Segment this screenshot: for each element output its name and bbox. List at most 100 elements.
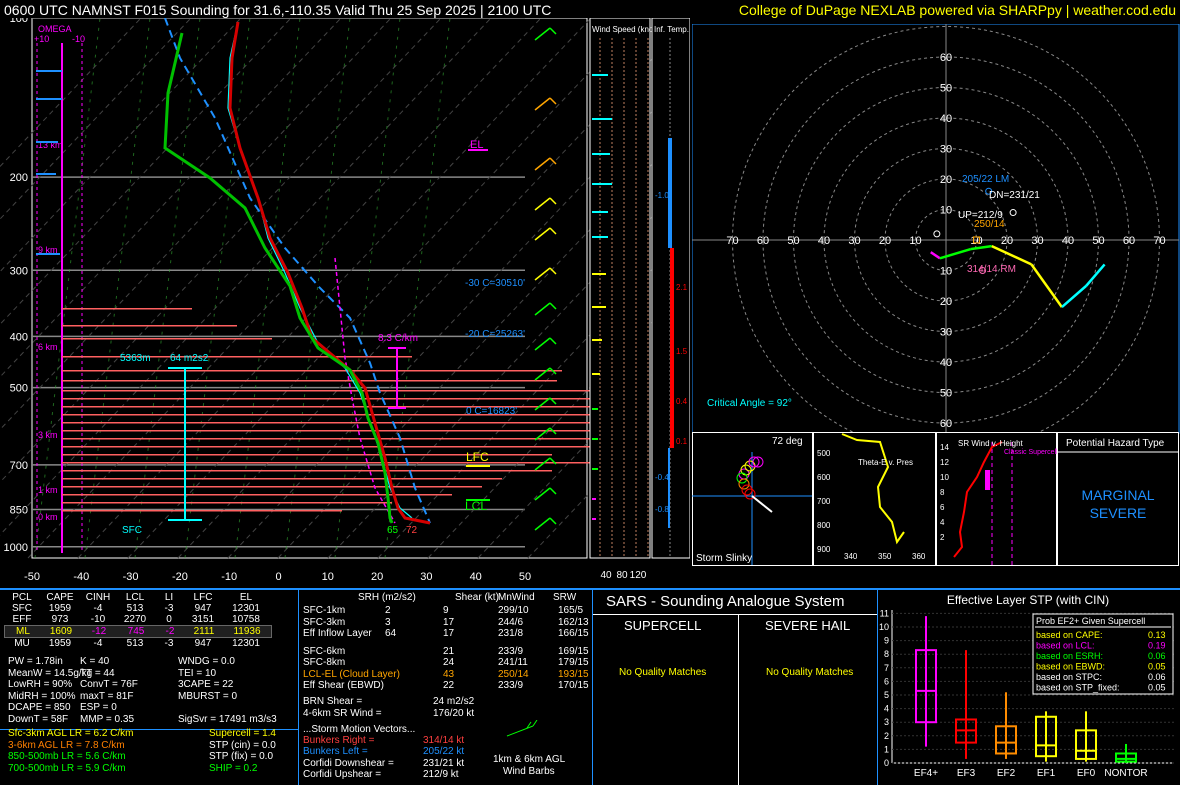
kinematic-header: SRH (m2/s2) (358, 592, 416, 603)
pressure-tick-label: 850 (10, 504, 28, 516)
sars-hail-match: No Quality Matches (766, 667, 854, 678)
kinematic-cell: 21 (443, 645, 455, 657)
parcel-row: ML 1609 -12 745 -2 2111 11936 (4, 625, 272, 638)
hodo-tick: 40 (940, 113, 952, 125)
parcel-cell: -3 (164, 603, 174, 614)
parcel-cell: 12301 (232, 603, 260, 614)
kinematic-cell: 162/13 (558, 616, 589, 628)
thermo-value: ESP = 0 (80, 702, 117, 713)
omega-bar (62, 502, 392, 504)
parcel-cell: 2111 (193, 626, 215, 637)
omega-bar (62, 398, 612, 400)
hodo-tick: 20 (940, 296, 952, 308)
omega-bar (36, 70, 62, 72)
hodo-tick: 60 (940, 52, 952, 64)
wind-speed-bar (592, 211, 608, 213)
stp-y-tick: 0 (884, 758, 889, 768)
hodograph-chart: 10 10101020 20202030 30303040 40404050 505050… (692, 24, 1180, 434)
omega-bar (62, 422, 617, 424)
stp-legend-label: based on EBWD: (1036, 662, 1105, 672)
pressure-tick-label: 300 (10, 265, 28, 277)
omega-bar (62, 370, 562, 372)
kinematic-cell: 179/15 (558, 657, 589, 668)
kinematic-cell: 3 (385, 616, 391, 628)
hodo-tick: 30 (1031, 235, 1043, 247)
lapse-rate: 850-500mb LR = 5.6 C/km (8, 751, 126, 762)
annotation-iso30: -30 C=30510' (465, 278, 525, 289)
hodo-tick: 50 (1092, 235, 1104, 247)
hodo-tick: 40 (818, 235, 830, 247)
parcel-cell: -12 (91, 626, 107, 637)
brn-value: 24 m2/s2 (433, 695, 475, 707)
kinematic-cell: 231/8 (498, 628, 524, 639)
omega-bar (62, 478, 502, 480)
slinky-label: Storm Slinky (696, 553, 752, 564)
omega-plus: +10 (34, 34, 49, 44)
storm-motion-value: 231/21 kt (423, 757, 465, 769)
theta-y-tick: 700 (817, 497, 831, 506)
kinematic-cell: 250/14 (498, 668, 529, 680)
inf-temp-title: Inf. Temp. Adv. (C/hr) (654, 25, 690, 34)
theta-x-tick: 340 (844, 552, 858, 561)
omega-bar (62, 356, 412, 358)
kinematic-cell: 17 (443, 616, 455, 628)
storm-motion-label: Bunkers Left = (303, 746, 368, 757)
stp-legend-value: 0.05 (1148, 662, 1166, 672)
kinematic-cell: 170/15 (558, 680, 589, 691)
lapse-rate: Sfc-3km AGL LR = 6.2 C/km (8, 728, 134, 739)
annotation-sfc_td: 65 (387, 525, 399, 536)
omega-bar (62, 380, 557, 382)
thermo-value: maxT = 81F (80, 690, 134, 702)
parcel-cell: -4 (93, 603, 103, 614)
thermo-value: DownT = 58F (8, 713, 69, 725)
thermo-value: DCAPE = 850 (8, 702, 71, 713)
omega-title: OMEGA (38, 24, 72, 34)
srwind-note: Classic Supercell (1004, 449, 1058, 456)
stp-y-tick: 1 (884, 744, 889, 754)
thermo-value: PW = 1.78in (8, 656, 63, 667)
kinematic-cell: 244/6 (498, 616, 524, 628)
page-title: 0600 UTC NAMNST F015 Sounding for 31.6,-… (4, 2, 552, 18)
temp-tick-label: -20 (172, 571, 188, 583)
kinematic-cell: 165/5 (558, 605, 584, 616)
inf-temp-label: 0.1 (676, 437, 688, 446)
parcel-cell: MU (14, 638, 30, 649)
pressure-tick-label: 200 (10, 172, 28, 184)
omega-bar (62, 338, 272, 340)
omega-bar (62, 308, 192, 310)
thermo-value: TEI = 10 (178, 667, 217, 679)
slinky-deg: 72 deg (772, 436, 803, 447)
parcel-row: EFF 973 -10 2270 0 3151 10758 (4, 614, 272, 625)
temp-tick-label: 10 (322, 571, 334, 583)
inf-temp-label: 2.1 (676, 283, 688, 292)
stp-category: EF4+ (914, 768, 938, 779)
parcel-header: LCL (125, 592, 145, 603)
stp-y-tick: 7 (884, 663, 889, 673)
theta-y-tick: 500 (817, 449, 831, 458)
omega-bar (62, 414, 617, 416)
hazard-value-2: SEVERE (1090, 505, 1147, 521)
stp-y-tick: 6 (884, 676, 889, 686)
wind-speed-bar (592, 153, 610, 155)
pressure-tick-label: 700 (10, 460, 28, 472)
thermo-value: LowRH = 90% (8, 679, 73, 690)
index-value: Supercell = 1.4 (209, 728, 276, 739)
skew-t-chart: 1002003004005007008501000-50 -40 -30 -20 -10… (0, 18, 690, 583)
parcel-cell: SFC (12, 603, 32, 614)
index-value: STP (fix) = 0.0 (209, 751, 274, 762)
storm-motion-title: ...Storm Motion Vectors... (303, 723, 416, 735)
theta-y-tick: 800 (817, 521, 831, 530)
kinematic-row: SFC-8km 24 241/11 179/15 (303, 657, 590, 669)
theta-title: Theta-E v. Pres (858, 458, 913, 467)
kinematic-cell: 241/11 (498, 657, 528, 668)
parcel-cell: 3151 (191, 614, 215, 625)
storm-motion-value: 205/22 kt (423, 746, 465, 757)
stp-category: NONTOR (1104, 768, 1147, 779)
srwind-y-tick: 4 (940, 518, 945, 527)
hodo-tick: 50 (940, 388, 952, 400)
pressure-tick-label: 1000 (4, 542, 28, 554)
kinematic-cell: 233/9 (498, 645, 524, 657)
kinematic-cell: SFC-3km (303, 616, 346, 628)
kinematic-row: SFC-3km 3 17 244/6 162/13 (303, 617, 590, 629)
height-label: 3 km (38, 430, 58, 440)
